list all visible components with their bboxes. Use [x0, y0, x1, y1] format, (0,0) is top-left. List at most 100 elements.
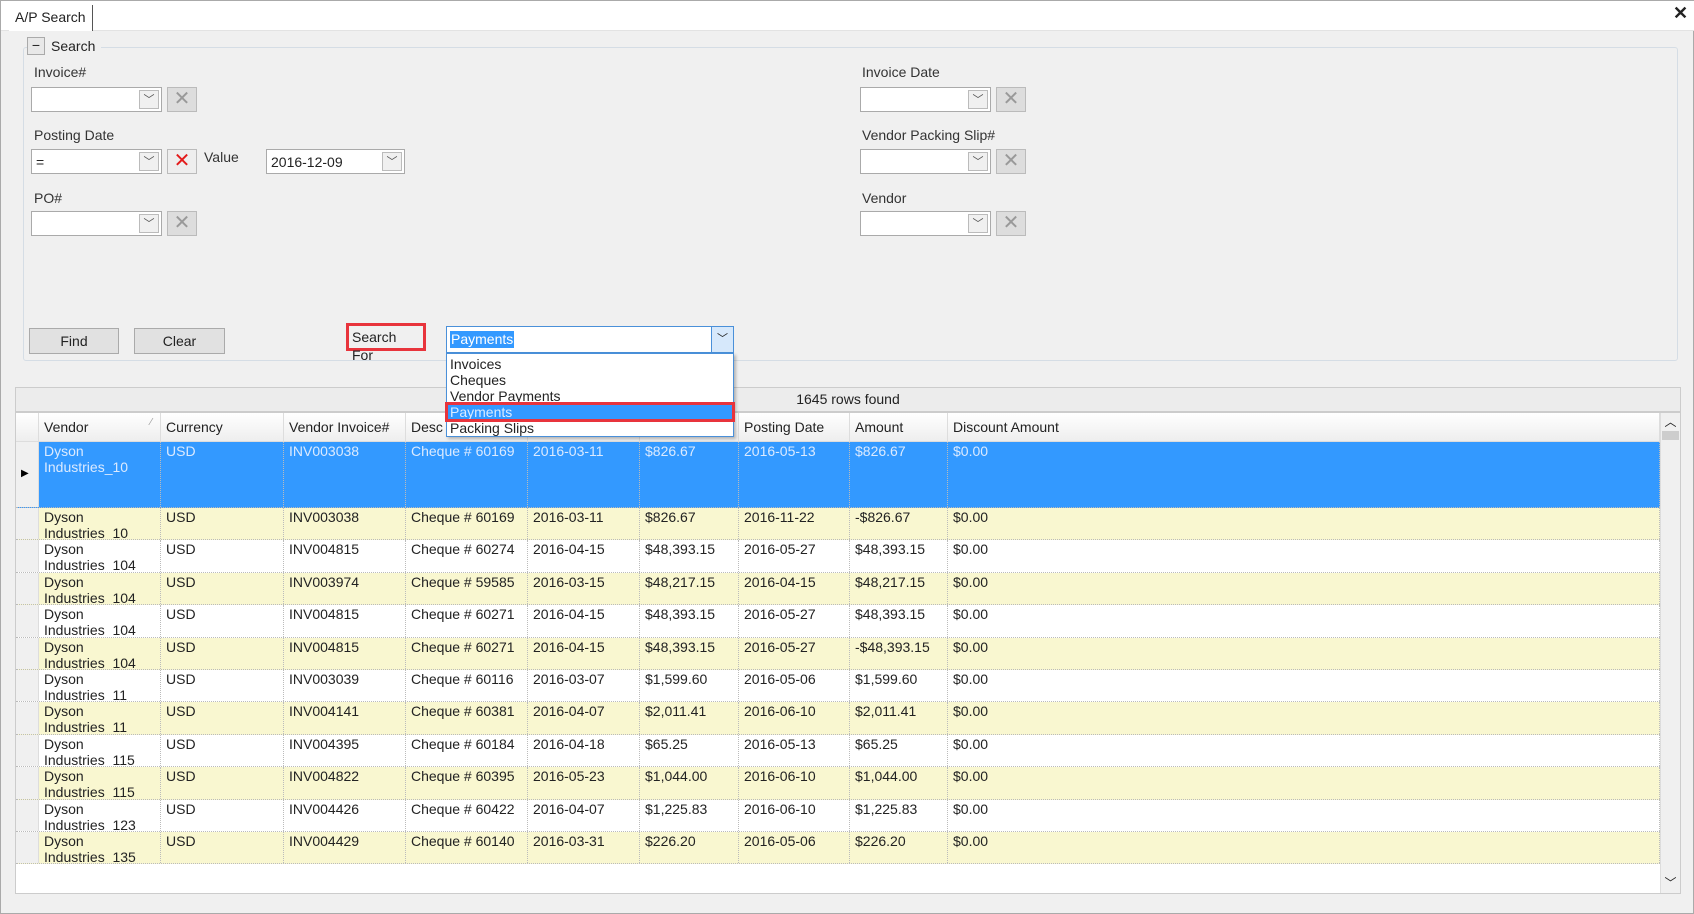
table-cell: USD — [161, 702, 284, 734]
table-row[interactable]: Dyson Industries_115 USD INV004395 Cheque #… — [16, 734, 1660, 768]
table-row[interactable]: Dyson Industries_11 USD INV004141 Cheque # … — [16, 702, 1660, 735]
table-row[interactable]: Dyson Industries_115 USD INV004822 Cheque #… — [16, 767, 1660, 800]
table-row[interactable]: Dyson Industries_104 USD INV004815 Cheque #… — [16, 637, 1660, 670]
table-cell: Cheque # 60169 — [406, 508, 528, 540]
row-header[interactable] — [16, 767, 39, 799]
invoice-no-combo[interactable]: ﹀ — [31, 87, 162, 112]
close-icon[interactable]: ✕ — [1673, 3, 1688, 24]
row-header[interactable] — [16, 669, 39, 702]
scroll-up-icon[interactable]: ︿ — [1661, 413, 1680, 431]
clear-vendor-button[interactable]: ✕ — [996, 211, 1026, 236]
table-cell: $1,225.83 — [850, 799, 948, 831]
vendor-combo[interactable]: ﹀ — [860, 211, 991, 236]
table-cell: Dyson Industries_104 — [39, 572, 161, 605]
invoice-date-combo[interactable]: ﹀ — [860, 87, 991, 112]
table-row[interactable]: Dyson Industries_104 USD INV003974 Cheque #… — [16, 572, 1660, 606]
table-cell: INV004822 — [284, 767, 406, 799]
option-packing-slips[interactable]: Packing Slips — [447, 420, 733, 436]
table-cell: USD — [161, 734, 284, 767]
table-cell: Cheque # 60271 — [406, 637, 528, 669]
row-header[interactable]: ▶ — [16, 442, 39, 507]
table-cell: 2016-06-10 — [739, 799, 850, 831]
option-invoices[interactable]: Invoices — [447, 356, 733, 372]
table-cell: $0.00 — [948, 669, 1660, 702]
scroll-down-icon[interactable]: ﹀ — [1661, 874, 1680, 891]
clear-invoice-date-button[interactable]: ✕ — [996, 87, 1026, 112]
vertical-scrollbar[interactable]: ︿ ﹀ — [1660, 413, 1680, 893]
column-header[interactable]: Posting Date — [739, 413, 850, 441]
chevron-down-icon[interactable]: ﹀ — [968, 90, 988, 109]
table-cell: $1,044.00 — [850, 767, 948, 799]
table-cell: Dyson Industries_10 — [39, 442, 161, 507]
collapse-icon[interactable]: − — [27, 37, 45, 55]
clear-posting-date-button[interactable]: ✕ — [167, 149, 197, 174]
table-cell: $0.00 — [948, 442, 1660, 507]
table-row[interactable]: Dyson Industries_10 USD INV003038 Cheque # … — [16, 508, 1660, 541]
value-label: Value — [204, 149, 239, 165]
row-header[interactable] — [16, 799, 39, 831]
table-row[interactable]: Dyson Industries_123 USD INV004426 Cheque #… — [16, 799, 1660, 832]
po-no-combo[interactable]: ﹀ — [31, 211, 162, 236]
option-cheques[interactable]: Cheques — [447, 372, 733, 388]
table-cell: Cheque # 60381 — [406, 702, 528, 734]
column-header[interactable]: Vendor Invoice# — [284, 413, 406, 441]
table-row[interactable]: Dyson Industries_135 USD INV004429 Cheque #… — [16, 831, 1660, 865]
scroll-thumb[interactable] — [1662, 431, 1679, 440]
column-header[interactable]: Currency — [161, 413, 284, 441]
clear-button[interactable]: Clear — [134, 328, 225, 354]
column-header[interactable]: Discount Amount — [948, 413, 1660, 441]
chevron-down-icon[interactable]: ﹀ — [968, 214, 988, 233]
chevron-down-icon[interactable]: ﹀ — [139, 214, 159, 233]
row-header[interactable] — [16, 831, 39, 864]
row-header[interactable] — [16, 572, 39, 605]
find-button[interactable]: Find — [29, 328, 119, 354]
search-for-combo[interactable]: Payments ﹀ — [446, 326, 734, 353]
table-cell: $0.00 — [948, 540, 1660, 572]
table-row[interactable]: Dyson Industries_104 USD INV004815 Cheque #… — [16, 540, 1660, 573]
table-cell: Dyson Industries_11 — [39, 702, 161, 734]
table-cell: Dyson Industries_135 — [39, 831, 161, 864]
chevron-down-icon[interactable]: ﹀ — [139, 152, 159, 171]
row-header[interactable] — [16, 508, 39, 540]
clear-invoice-no-button[interactable]: ✕ — [167, 87, 197, 112]
table-cell: $2,011.41 — [640, 702, 739, 734]
table-row[interactable]: ▶ Dyson Industries_10 USD INV003038 Cheque #… — [16, 442, 1660, 508]
table-cell: 2016-11-22 — [739, 508, 850, 540]
column-header[interactable]: Vendor ⁄ — [39, 413, 161, 441]
row-header[interactable] — [16, 734, 39, 767]
chevron-down-icon[interactable]: ﹀ — [711, 327, 733, 352]
table-cell: -$826.67 — [850, 508, 948, 540]
table-row[interactable]: Dyson Industries_11 USD INV003039 Cheque # … — [16, 669, 1660, 703]
table-cell: 2016-03-07 — [528, 669, 640, 702]
clear-po-no-button[interactable]: ✕ — [167, 211, 197, 236]
table-cell: Dyson Industries_123 — [39, 799, 161, 831]
column-header[interactable]: Amount — [850, 413, 948, 441]
chevron-down-icon[interactable]: ﹀ — [968, 152, 988, 171]
rows-found-status: 1645 rows found — [15, 387, 1681, 412]
row-header[interactable] — [16, 637, 39, 669]
table-row[interactable]: Dyson Industries_104 USD INV004815 Cheque #… — [16, 605, 1660, 638]
row-header[interactable] — [16, 605, 39, 637]
row-header[interactable] — [16, 540, 39, 572]
table-cell: $826.67 — [850, 442, 948, 507]
posting-date-operator-combo[interactable]: = ﹀ — [31, 149, 162, 174]
option-payments[interactable]: Payments — [445, 402, 735, 422]
chevron-down-icon[interactable]: ﹀ — [382, 152, 402, 171]
vendor-packing-slip-combo[interactable]: ﹀ — [860, 149, 991, 174]
clear-vendor-packing-slip-button[interactable]: ✕ — [996, 149, 1026, 174]
table-cell: 2016-06-10 — [739, 767, 850, 799]
table-cell: 2016-05-23 — [528, 767, 640, 799]
option-vendor-payments[interactable]: Vendor Payments — [447, 388, 733, 404]
table-cell: $226.20 — [850, 831, 948, 864]
table-cell: 2016-04-18 — [528, 734, 640, 767]
table-cell: 2016-04-15 — [528, 605, 640, 637]
search-for-dropdown-list: Invoices Cheques Vendor Payments Payment… — [445, 353, 735, 437]
table-cell: Cheque # 60422 — [406, 799, 528, 831]
row-header-corner — [16, 413, 39, 441]
table-cell: $48,217.15 — [850, 572, 948, 605]
posting-date-value-combo[interactable]: 2016-12-09 ﹀ — [266, 149, 405, 174]
row-header[interactable] — [16, 702, 39, 734]
tab-ap-search[interactable]: A/P Search — [9, 5, 93, 31]
table-cell: INV004815 — [284, 637, 406, 669]
chevron-down-icon[interactable]: ﹀ — [139, 90, 159, 109]
